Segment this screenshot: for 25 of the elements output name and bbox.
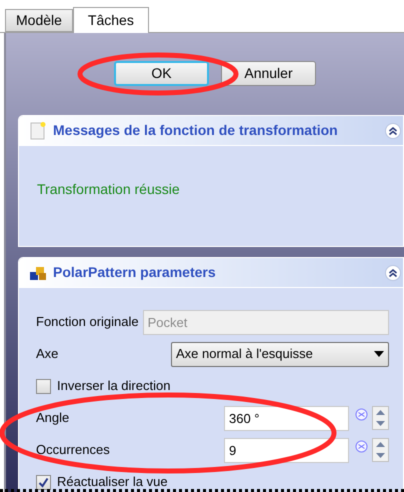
status-message: Transformation réussie [37, 181, 180, 197]
field-label: Inverser la direction [57, 379, 170, 393]
formula-icon[interactable] [355, 408, 368, 420]
field-label: Axe [36, 347, 58, 361]
field-label: Occurrences [36, 443, 111, 457]
tab[interactable]: Modèle [5, 9, 73, 32]
field-label: Angle [36, 411, 70, 425]
spin-buttons[interactable] [372, 438, 389, 462]
dialog-button[interactable]: OK [114, 61, 209, 86]
note-icon [29, 122, 47, 140]
collapse-button[interactable] [385, 122, 401, 138]
input-field[interactable]: 360 ° [224, 406, 349, 430]
spin-buttons[interactable] [372, 406, 389, 430]
field-label: Fonction originale [36, 315, 139, 329]
collapse-button[interactable] [385, 264, 401, 280]
panel-title: Messages de la fonction de transformation [53, 121, 339, 140]
axis-dropdown[interactable]: Axe normal à l'esquisse [171, 342, 389, 366]
tab[interactable]: Tâches [72, 7, 149, 33]
dialog-button[interactable]: Annuler [221, 61, 316, 86]
formula-icon[interactable] [355, 440, 368, 452]
panel-title: PolarPattern parameters [53, 263, 217, 282]
caret-icon [374, 351, 384, 357]
checkbox[interactable] [36, 474, 51, 490]
field-label: Réactualiser la vue [57, 475, 168, 489]
checkbox[interactable] [36, 378, 51, 394]
